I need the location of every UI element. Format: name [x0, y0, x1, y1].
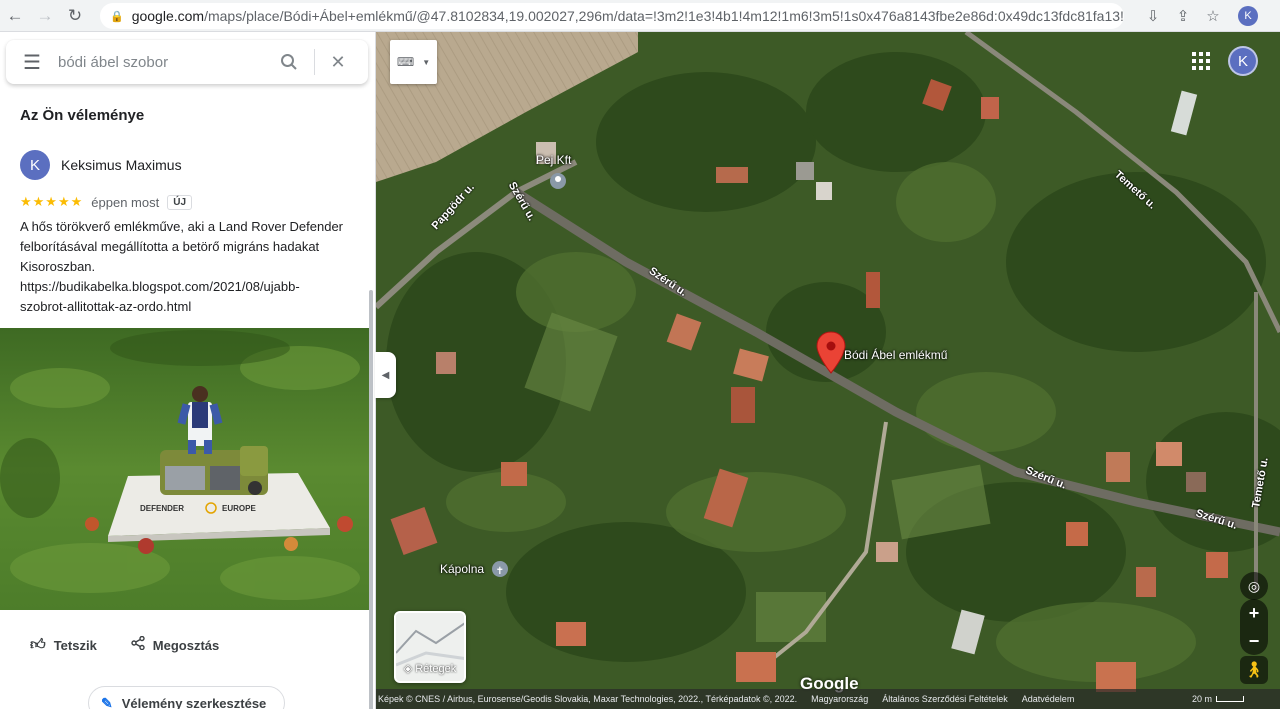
browser-profile-avatar[interactable]: K [1238, 6, 1258, 26]
share-button[interactable]: Megosztás [131, 635, 220, 654]
attribution-images: Képek © CNES / Airbus, Eurosense/Geodis … [378, 694, 798, 704]
search-input[interactable] [58, 53, 268, 71]
zoom-control: + − [1240, 599, 1268, 655]
reviewer-name[interactable]: Keksimus Maximus [61, 157, 182, 173]
new-badge: ÚJ [167, 194, 193, 210]
review-section-title: Az Ön véleménye [20, 107, 145, 124]
edit-review-button[interactable]: ✎ Vélemény szerkesztése [88, 686, 285, 709]
keyboard-icon: ⌨ [396, 55, 415, 69]
reload-icon[interactable]: ↻ [60, 0, 90, 32]
scale-label: 20 m [1191, 694, 1212, 704]
zoom-out-button[interactable]: − [1240, 627, 1268, 655]
google-apps-icon[interactable] [1190, 50, 1212, 72]
attribution-terms-link[interactable]: Általános Szerződési Feltételek [882, 694, 1008, 704]
scale-bar [1216, 696, 1244, 702]
attribution-privacy-link[interactable]: Adatvédelem [1022, 694, 1075, 704]
account-avatar[interactable]: K [1228, 46, 1258, 76]
satellite-imagery: ✝ [376, 32, 1280, 709]
map-attribution: Képek © CNES / Airbus, Eurosense/Geodis … [376, 689, 1280, 709]
edit-review-label: Vélemény szerkesztése [121, 695, 267, 709]
search-icon[interactable] [274, 40, 304, 84]
photo-text-defender: DEFENDER [140, 504, 184, 513]
zoom-in-button[interactable]: + [1240, 599, 1268, 627]
map-scale[interactable]: 20 m [1192, 694, 1258, 704]
reviewer-avatar[interactable]: K [20, 150, 50, 180]
lock-icon: 🔒 [110, 10, 124, 23]
layers-text: Rétegek [415, 663, 457, 675]
rating-stars: ★★★★★ [20, 194, 84, 209]
share-label: Megosztás [152, 637, 220, 653]
dropdown-caret-icon: ▼ [422, 57, 431, 67]
svg-text:✝: ✝ [496, 566, 504, 577]
review-time: éppen most [91, 194, 160, 210]
poi-kapolna-label[interactable]: Kápolna [440, 562, 484, 576]
review-link[interactable]: szobrot-allitottak-az-ordo.html [20, 297, 360, 317]
bookmark-star-icon[interactable]: ☆ [1198, 0, 1228, 32]
collapse-panel-button[interactable]: ◀ [375, 352, 396, 398]
review-text-line: felborításával megállította a betörő mig… [20, 239, 320, 254]
rating-row: ★★★★★ éppen most ÚJ [20, 194, 193, 210]
url-path: /maps/place/Bódi+Ábel+emlékmű/@47.810283… [204, 8, 1124, 24]
close-icon[interactable]: ✕ [325, 40, 351, 84]
thumbs-up-icon: 👍︎ [30, 636, 46, 653]
menu-icon[interactable]: ☰ [6, 40, 58, 84]
street-view-pegman-icon[interactable]: 🚶︎ [1240, 656, 1268, 684]
like-label: Tetszik [53, 637, 97, 653]
reviewer: K Keksimus Maximus [20, 150, 182, 180]
share-page-icon[interactable]: ⇪ [1168, 0, 1198, 32]
review-link[interactable]: https://budikabelka.blogspot.com/2021/08… [20, 277, 360, 297]
side-panel: ☰ ✕ Az Ön véleménye K Keksimus Maximus ★… [0, 32, 376, 709]
map-canvas[interactable]: ✝ Bódi Ábel emlékmű Pej Kft Kápolna Szér… [376, 32, 1280, 709]
forward-icon[interactable]: → [30, 0, 60, 32]
layers-label: ◈ Rétegek [396, 662, 464, 675]
url-host: google.com [131, 8, 205, 24]
review-actions: 👍︎ Tetszik Megosztás [30, 635, 253, 654]
my-location-icon[interactable]: ◎ [1240, 572, 1268, 600]
layers-button[interactable]: ◈ Rétegek [394, 611, 466, 683]
review-text: A hős törökverő emlékműve, aki a Land Ro… [20, 217, 360, 317]
panel-scrollbar[interactable] [369, 290, 373, 709]
review-text-line: A hős törökverő emlékműve, aki a Land Ro… [20, 219, 344, 234]
share-icon [131, 635, 145, 654]
back-icon[interactable]: ← [0, 0, 30, 32]
like-button[interactable]: 👍︎ Tetszik [30, 636, 97, 654]
browser-toolbar: ← → ↻ 🔒 google.com/maps/place/Bódi+Ábel+… [0, 0, 1280, 32]
keyboard-shortcuts-button[interactable]: ⌨ ▼ [390, 40, 437, 84]
attribution-country[interactable]: Magyarország [811, 694, 868, 704]
pin-label[interactable]: Bódi Ábel emlékmű [844, 348, 947, 362]
review-text-line: Kisoroszban. [20, 259, 96, 274]
layers-icon: ◈ [403, 663, 413, 675]
poi-pej-label[interactable]: Pej Kft [536, 153, 571, 167]
search-box: ☰ ✕ [6, 40, 368, 84]
photo-text-europe: EUROPE [222, 504, 256, 513]
review-photo[interactable]: DEFENDER EUROPE [0, 328, 370, 610]
chevron-left-icon: ◀ [381, 369, 390, 381]
search-divider [314, 49, 315, 75]
address-bar[interactable]: 🔒 google.com/maps/place/Bódi+Ábel+emlékm… [100, 3, 1124, 29]
install-icon[interactable]: ⇩ [1138, 0, 1168, 32]
edit-review-icon: ✎ [101, 694, 113, 709]
